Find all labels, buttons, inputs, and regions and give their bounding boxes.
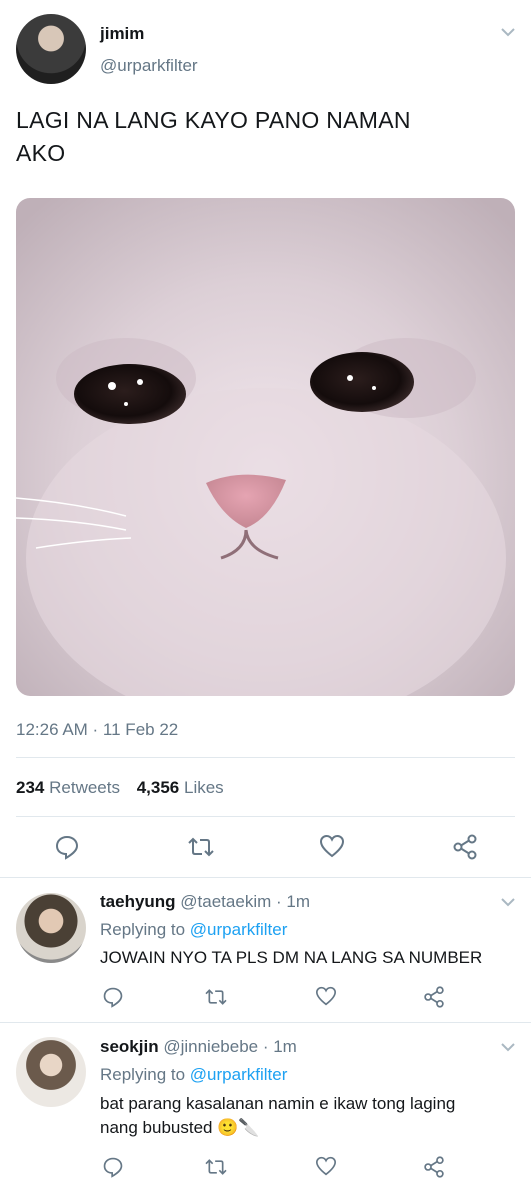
chevron-down-icon[interactable] — [500, 896, 516, 908]
share-icon[interactable] — [423, 986, 445, 1008]
heart-icon[interactable] — [319, 834, 345, 858]
retweets-stat[interactable]: 234 Retweets — [16, 778, 125, 797]
replying-to: Replying to @urparkfilter — [100, 1065, 287, 1085]
divider — [16, 816, 515, 817]
divider — [0, 1022, 531, 1023]
likes-label: Likes — [184, 778, 224, 797]
replying-to-handle[interactable]: @urparkfilter — [190, 920, 288, 939]
retweets-label: Retweets — [49, 778, 120, 797]
tweet-timestamp[interactable]: 12:26 AM · 11 Feb 22 — [16, 720, 178, 740]
replying-to-label: Replying to — [100, 920, 186, 939]
tweet-text-line: AKO — [16, 140, 66, 166]
tweet-image[interactable] — [16, 198, 515, 696]
reply-text-line: bat parang kasalanan namin e ikaw tong l… — [100, 1094, 456, 1113]
reply-avatar[interactable] — [16, 893, 86, 963]
reply-header: taehyung @taetaekim · 1m — [100, 892, 310, 912]
likes-count: 4,356 — [136, 778, 180, 797]
reply-text: JOWAIN NYO TA PLS DM NA LANG SA NUMBER — [100, 948, 483, 967]
reply-display-name[interactable]: seokjin — [100, 1037, 159, 1056]
share-icon[interactable] — [452, 834, 478, 860]
reply-text-segment: nang bubusted — [100, 1118, 213, 1137]
replying-to: Replying to @urparkfilter — [100, 920, 287, 940]
reply-text: bat parang kasalanan namin e ikaw tong l… — [100, 1092, 525, 1140]
emoji: 🙂🔪 — [217, 1118, 260, 1137]
reply-display-name[interactable]: taehyung — [100, 892, 176, 911]
reply-text-line: nang bubusted 🙂🔪 — [100, 1116, 525, 1140]
author-handle[interactable]: @urparkfilter — [100, 56, 198, 76]
tweet-text-line: LAGI NA LANG KAYO PANO NAMAN — [16, 107, 411, 133]
replying-to-handle[interactable]: @urparkfilter — [190, 1065, 288, 1084]
reply-icon[interactable] — [102, 986, 124, 1008]
likes-stat[interactable]: 4,356 Likes — [137, 778, 224, 797]
author-avatar[interactable] — [16, 14, 86, 84]
tweet-stats: 234 Retweets 4,356 Likes — [16, 778, 224, 798]
reply-handle[interactable]: @taetaekim — [180, 892, 271, 911]
chevron-down-icon[interactable] — [500, 26, 516, 38]
reply-header: seokjin @jinniebebe · 1m — [100, 1037, 297, 1057]
reply-avatar[interactable] — [16, 1037, 86, 1107]
replying-to-label: Replying to — [100, 1065, 186, 1084]
chevron-down-icon[interactable] — [500, 1041, 516, 1053]
author-display-name[interactable]: jimim — [100, 24, 144, 44]
reply-time: · 1m — [276, 892, 310, 911]
share-icon[interactable] — [423, 1156, 445, 1178]
retweet-icon[interactable] — [204, 1157, 228, 1177]
retweet-icon[interactable] — [204, 987, 228, 1007]
retweet-icon[interactable] — [187, 835, 215, 859]
divider — [0, 877, 531, 878]
heart-icon[interactable] — [315, 1156, 337, 1176]
tweet-text: LAGI NA LANG KAYO PANO NAMAN AKO — [16, 104, 516, 170]
reply-handle[interactable]: @jinniebebe — [163, 1037, 258, 1056]
reply-icon[interactable] — [102, 1156, 124, 1178]
divider — [16, 757, 515, 758]
heart-icon[interactable] — [315, 986, 337, 1006]
reply-time: · 1m — [262, 1037, 297, 1056]
reply-icon[interactable] — [54, 834, 80, 860]
retweets-count: 234 — [16, 778, 45, 797]
